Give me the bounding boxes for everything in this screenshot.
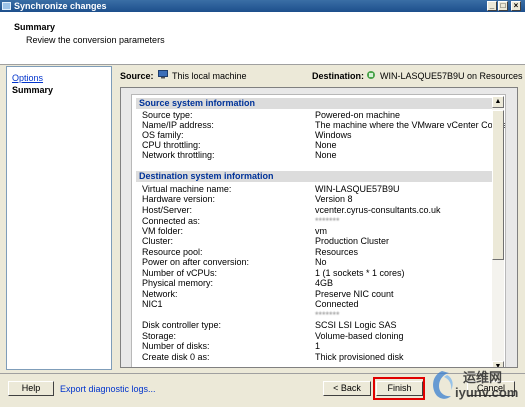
detail-row: Resource pool: Resources <box>142 247 359 257</box>
app-icon <box>2 2 11 10</box>
highlight-box <box>373 377 425 400</box>
detail-row: Host/Server: vcenter.cyrus-consultants.co… <box>142 205 441 215</box>
vm-icon <box>366 70 376 80</box>
detail-row: Create disk 0 as: Thick provisioned disk <box>142 352 404 362</box>
maximize-button[interactable]: □ <box>498 1 508 11</box>
detail-row: Physical memory: 4GB <box>142 278 334 288</box>
detail-row: Source type: Powered-on machine <box>142 110 401 120</box>
detail-row: Network throttling: None <box>142 150 337 160</box>
page-subtitle: Review the conversion parameters <box>26 35 165 45</box>
detail-row: Hardware version: Version 8 <box>142 194 353 204</box>
scroll-up-button[interactable]: ▲ <box>492 96 504 108</box>
summary-details[interactable]: Source system information Source type: Po… <box>131 94 506 367</box>
computer-icon <box>158 70 168 79</box>
help-button[interactable]: Help <box>8 381 54 396</box>
detail-row: Connected as: ******* <box>142 216 340 226</box>
destination-value: WIN-LASQUE57B9U on Resources <box>380 71 523 81</box>
watermark-line2: iyunv.com <box>455 385 519 400</box>
title-bar[interactable]: Synchronize changes _ □ × <box>0 0 525 12</box>
vertical-scrollbar[interactable]: ▲ ▼ <box>492 96 504 367</box>
detail-row: Name/IP address: The machine where the VM… <box>142 120 505 130</box>
detail-row: NIC1 Connected <box>142 299 359 309</box>
section-header-source: Source system information <box>136 98 504 109</box>
detail-row: VM folder: vm <box>142 226 327 236</box>
detail-row: CPU throttling: None <box>142 140 337 150</box>
detail-row: Disk controller type: SCSI LSI Logic SAS <box>142 320 397 330</box>
source-label: Source: <box>120 71 154 81</box>
back-button[interactable]: < Back <box>323 381 371 396</box>
section-header-destination: Destination system information <box>136 171 504 182</box>
page-header: Summary Review the conversion parameters <box>0 12 525 65</box>
destination-label: Destination: <box>312 71 365 81</box>
close-button[interactable]: × <box>511 1 521 11</box>
nav-item-summary: Summary <box>12 85 54 95</box>
wizard-nav: Options Summary <box>6 66 112 370</box>
summary-panel: Source system information Source type: Po… <box>120 87 518 368</box>
detail-row: Virtual machine name: WIN-LASQUE57B9U <box>142 184 400 194</box>
window-title: Synchronize changes <box>14 1 107 11</box>
watermark-line1: 运维网 <box>463 370 503 385</box>
detail-row: Number of vCPUs: 1 (1 sockets * 1 cores) <box>142 268 405 278</box>
detail-row: OS family: Windows <box>142 130 352 140</box>
redacted-value: ******* <box>315 310 340 320</box>
detail-row: Network: Preserve NIC count <box>142 289 394 299</box>
watermark-logo-icon <box>433 371 453 399</box>
detail-row: Storage: Volume-based cloning <box>142 331 404 341</box>
nav-item-options[interactable]: Options <box>12 73 43 83</box>
detail-row: ******* <box>142 310 502 320</box>
watermark: 运维网 iyunv.com <box>425 363 525 407</box>
source-destination-bar: Source: This local machine Destination: … <box>114 66 524 84</box>
export-logs-link[interactable]: Export diagnostic logs... <box>60 384 156 394</box>
detail-row: Power on after conversion: No <box>142 257 327 267</box>
scroll-thumb[interactable] <box>492 110 504 260</box>
redacted-value: ******* <box>315 216 340 226</box>
page-title: Summary <box>14 22 56 32</box>
source-value: This local machine <box>172 71 247 81</box>
detail-row: Number of disks: 1 <box>142 341 321 351</box>
minimize-button[interactable]: _ <box>487 1 497 11</box>
detail-row: Cluster: Production Cluster <box>142 236 390 246</box>
